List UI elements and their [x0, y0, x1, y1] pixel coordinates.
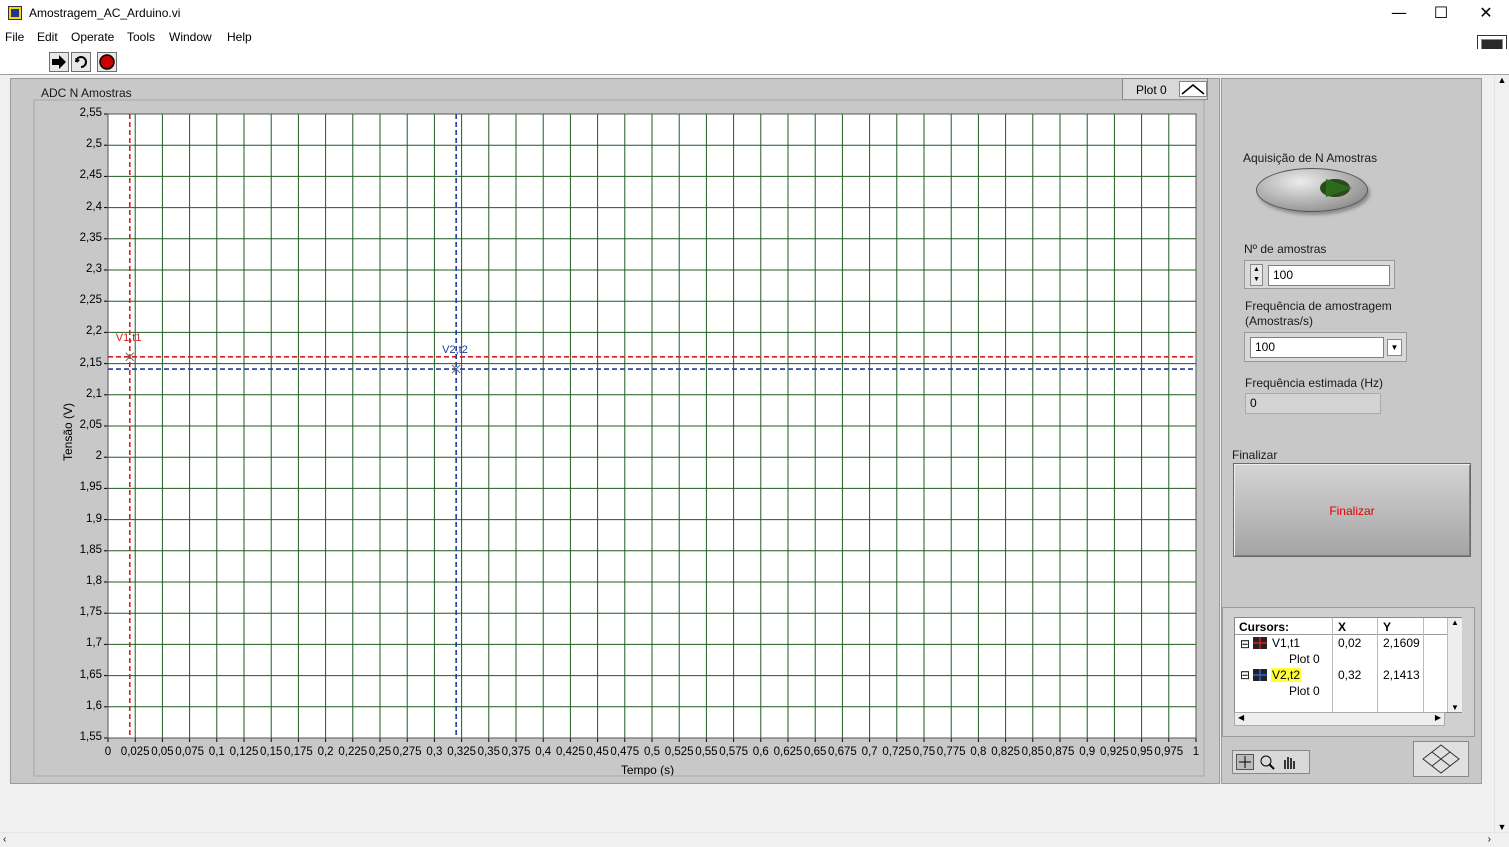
cursor-2-plot: Plot 0	[1289, 684, 1320, 698]
y-tick-label: 1,75	[79, 606, 102, 619]
horizontal-scrollbar[interactable]: ‹ ›	[0, 832, 1509, 847]
menu-bar: File Edit Operate Tools Window Help 3	[0, 27, 1509, 67]
toolbar	[0, 49, 1509, 75]
cursor-1-x[interactable]: 0,02	[1338, 636, 1361, 650]
run-arrow-icon[interactable]	[49, 52, 69, 72]
cursor-table-hscroll[interactable]: ◀ ▶	[1234, 712, 1445, 726]
collapse-icon[interactable]: ⊟	[1240, 668, 1250, 682]
y-tick-label: 2	[95, 450, 102, 463]
x-header: X	[1338, 620, 1347, 634]
run-continuously-icon[interactable]	[71, 52, 91, 72]
n-samples-input[interactable]: 100	[1268, 265, 1390, 286]
cursor-2-name[interactable]: V2,t2	[1271, 668, 1302, 682]
menu-operate[interactable]: Operate	[71, 30, 114, 44]
y-tick-label: 2,35	[79, 231, 102, 244]
menu-edit[interactable]: Edit	[37, 30, 58, 44]
cursor-2-x[interactable]: 0,32	[1338, 668, 1361, 682]
maximize-icon[interactable]: ☐	[1418, 0, 1464, 27]
menu-file[interactable]: File	[5, 30, 24, 44]
scroll-down-icon: ▼	[1451, 703, 1459, 712]
y-tick-label: 1,7	[86, 637, 102, 650]
x-tick-label: 1	[1192, 746, 1200, 758]
cursor-mover-icon[interactable]	[1236, 754, 1254, 770]
y-tick-label: 1,85	[79, 543, 102, 556]
y-tick-label: 1,6	[86, 699, 102, 712]
increment-arrow-icon: ▲	[1253, 266, 1260, 273]
y-tick-label: 1,8	[86, 575, 102, 587]
acquisition-led-icon	[1320, 179, 1352, 197]
acq-label: Aquisição de N Amostras	[1243, 151, 1378, 165]
freq-label-line1: Frequência de amostragem	[1245, 299, 1392, 313]
y-tick-label: 2,25	[79, 294, 102, 307]
graph-title: ADC N Amostras	[41, 86, 132, 100]
cursor-table: Cursors: X Y ▲ ▼ ⊟ V1,t1 Plot 0 0,02 2,1…	[1234, 617, 1462, 713]
y-tick-label: 1,9	[86, 512, 102, 525]
y-tick-label: 2,1	[86, 387, 102, 400]
cursor-1-y[interactable]: 2,1609	[1383, 636, 1420, 650]
est-freq-indicator: 0	[1245, 393, 1381, 414]
y-tick-label: 2,4	[86, 200, 102, 213]
y-tick-label: 2,2	[86, 325, 102, 338]
window-title: Amostragem_AC_Arduino.vi	[29, 6, 181, 20]
cursor-1-icon	[1253, 637, 1267, 649]
collapse-icon[interactable]: ⊟	[1240, 637, 1250, 651]
y-tick-label: 2,55	[79, 107, 102, 119]
y-tick-label: 2,05	[79, 419, 102, 431]
n-samples-label: Nº de amostras	[1244, 242, 1327, 256]
decrement-arrow-icon: ▼	[1253, 276, 1260, 283]
labview-vi-icon	[8, 6, 22, 20]
y-header: Y	[1383, 620, 1392, 634]
cursor-header: Cursors:	[1239, 620, 1290, 634]
y-tick-label: 1,65	[79, 668, 102, 681]
scroll-left-icon: ◀	[1238, 713, 1245, 722]
cursor-table-scrollbar[interactable]: ▲ ▼	[1447, 618, 1462, 712]
menu-help[interactable]: Help	[227, 30, 252, 44]
est-freq-label: Frequência estimada (Hz)	[1245, 376, 1384, 390]
scroll-left-icon: ‹	[3, 834, 7, 845]
plot-line-swatch-icon	[1179, 81, 1207, 97]
x-axis-label: Tempo (s)	[620, 763, 675, 777]
y-tick-label: 2,3	[86, 263, 102, 275]
freq-select[interactable]: 100	[1250, 337, 1384, 358]
cursor-2-icon	[1253, 669, 1267, 681]
scroll-right-icon: ›	[1487, 834, 1491, 845]
cursor-1-name[interactable]: V1,t1	[1272, 636, 1300, 650]
plot-legend[interactable]: Plot 0	[1122, 78, 1208, 100]
abort-stop-icon[interactable]	[97, 52, 117, 72]
title-bar: Amostragem_AC_Arduino.vi — ☐ ✕	[0, 0, 1509, 27]
zoom-icon[interactable]	[1258, 754, 1276, 770]
waveform-graph	[10, 78, 1220, 784]
minimize-icon[interactable]: —	[1376, 0, 1422, 27]
scroll-down-icon: ▼	[1497, 822, 1507, 832]
plot-legend-label: Plot 0	[1136, 83, 1167, 97]
y-tick-label: 2,5	[86, 138, 102, 151]
menu-tools[interactable]: Tools	[127, 30, 155, 44]
menu-window[interactable]: Window	[169, 30, 212, 44]
cursor-1-plot: Plot 0	[1289, 652, 1320, 666]
scroll-up-icon: ▲	[1497, 75, 1507, 85]
cursor-2-y[interactable]: 2,1413	[1383, 668, 1420, 682]
y-tick-label: 2,15	[79, 356, 102, 369]
graph-navigation-icon[interactable]	[1413, 741, 1469, 777]
scroll-up-icon: ▲	[1451, 618, 1459, 627]
n-samples-stepper[interactable]: ▲ ▼	[1250, 264, 1263, 286]
y-tick-label: 1,95	[79, 481, 102, 494]
finalizar-button[interactable]: Finalizar	[1233, 463, 1471, 557]
y-tick-label: 1,55	[79, 731, 102, 743]
close-icon[interactable]: ✕	[1463, 0, 1509, 27]
finalizar-label: Finalizar	[1232, 448, 1278, 462]
chevron-down-icon[interactable]: ▼	[1387, 339, 1402, 356]
vertical-scrollbar[interactable]: ▲ ▼	[1494, 75, 1509, 832]
scroll-right-icon: ▶	[1434, 713, 1441, 722]
pan-hand-icon[interactable]	[1280, 754, 1298, 770]
freq-label-line2: (Amostras/s)	[1245, 314, 1314, 328]
y-tick-label: 2,45	[79, 169, 102, 182]
graph-palette	[1232, 750, 1310, 774]
